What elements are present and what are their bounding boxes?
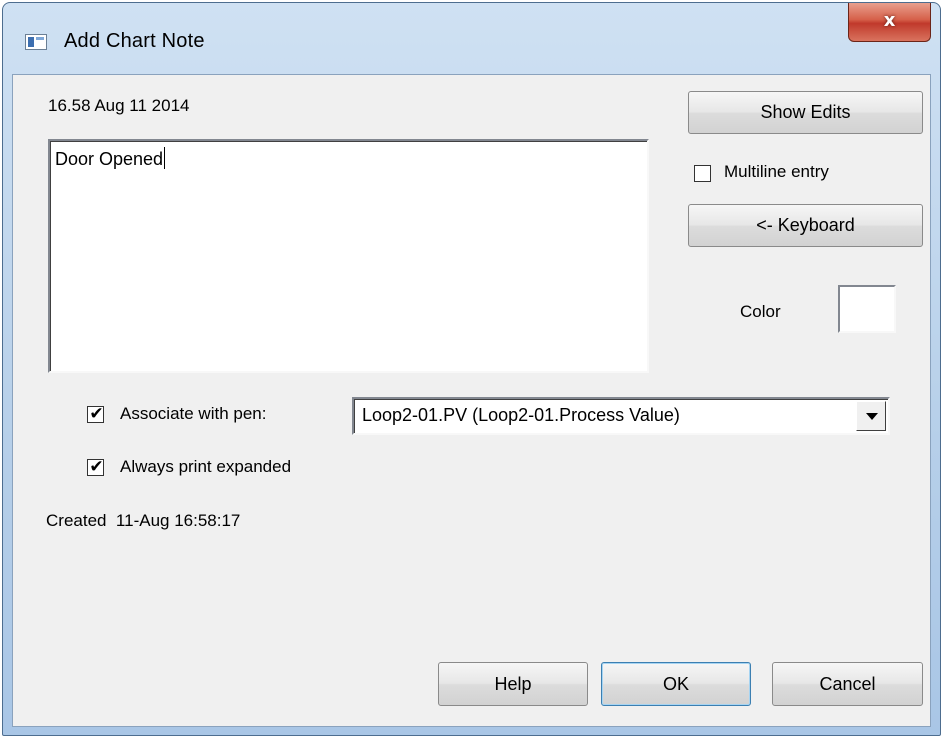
check-mark-icon: ✔	[89, 404, 104, 424]
color-swatch[interactable]	[838, 285, 896, 333]
created-info: Created 11-Aug 16:58:17	[46, 511, 241, 530]
chevron-down-icon[interactable]	[856, 401, 886, 431]
ok-button[interactable]: OK	[601, 662, 751, 706]
check-mark-icon: ✔	[89, 457, 104, 477]
window-title: Add Chart Note	[64, 30, 205, 52]
associate-pen-label: Associate with pen:	[120, 404, 267, 423]
pen-select-value: Loop2-01.PV (Loop2-01.Process Value)	[362, 405, 680, 425]
app-icon	[25, 34, 47, 50]
note-text-input[interactable]: Door Opened	[48, 139, 649, 373]
add-chart-note-dialog: Add Chart Note x 16.58 Aug 11 2014 Door …	[2, 2, 941, 736]
show-edits-button[interactable]: Show Edits	[688, 91, 923, 134]
color-label: Color	[740, 302, 781, 321]
associate-pen-checkbox[interactable]: ✔	[87, 404, 104, 424]
always-print-checkbox[interactable]: ✔	[87, 457, 104, 477]
note-timestamp: 16.58 Aug 11 2014	[48, 96, 190, 115]
pen-select[interactable]: Loop2-01.PV (Loop2-01.Process Value)	[352, 397, 890, 435]
title-bar[interactable]: Add Chart Note x	[3, 3, 940, 75]
text-caret	[164, 147, 166, 169]
help-button[interactable]: Help	[438, 662, 588, 706]
dialog-body: 16.58 Aug 11 2014 Door Opened Show Edits…	[12, 74, 931, 727]
always-print-label: Always print expanded	[120, 457, 292, 476]
keyboard-button[interactable]: <- Keyboard	[688, 204, 923, 247]
multiline-label: Multiline entry	[724, 162, 829, 181]
multiline-checkbox[interactable]	[694, 165, 711, 182]
note-text: Door Opened	[55, 149, 164, 169]
close-button[interactable]: x	[848, 3, 931, 42]
cancel-button[interactable]: Cancel	[772, 662, 923, 706]
